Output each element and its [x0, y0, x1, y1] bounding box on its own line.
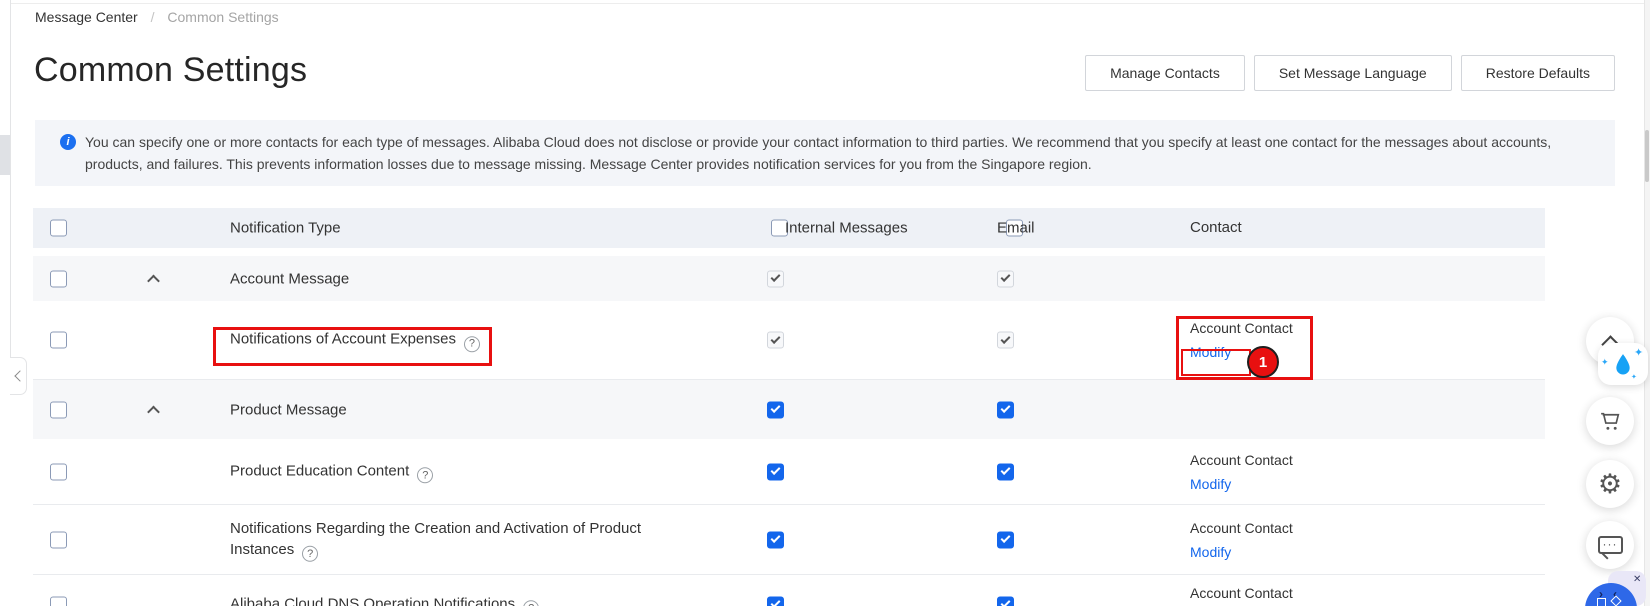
internal-messages-checkbox[interactable]: [767, 531, 784, 548]
row-select-checkbox[interactable]: [50, 596, 67, 606]
breadcrumb: Message Center / Common Settings: [35, 9, 279, 25]
page-title: Common Settings: [34, 51, 307, 90]
info-banner: i You can specify one or more contacts f…: [35, 120, 1615, 186]
internal-messages-checkbox[interactable]: [767, 332, 784, 349]
column-internal-messages: Internal Messages: [785, 220, 908, 237]
notification-type-label: Account Message: [230, 268, 349, 289]
contact-name: Account Contact: [1190, 316, 1293, 340]
help-icon[interactable]: ?: [302, 546, 318, 562]
modify-link[interactable]: Modify: [1190, 540, 1293, 564]
notification-type-label: Notifications of Account Expenses?: [230, 328, 480, 352]
collapse-caret-icon[interactable]: [142, 403, 164, 416]
modify-link[interactable]: Modify: [1190, 472, 1293, 496]
info-banner-text: You can specify one or more contacts for…: [85, 131, 1585, 175]
notification-type-label: Notifications Regarding the Creation and…: [230, 517, 675, 562]
top-divider: [10, 3, 1650, 4]
email-checkbox[interactable]: [997, 531, 1014, 548]
chevron-left-icon: [14, 370, 25, 381]
row-select-checkbox[interactable]: [50, 401, 67, 418]
row-select-checkbox[interactable]: [50, 332, 67, 349]
robot-body-square: [1597, 598, 1606, 606]
sidebar-collapsed-strip: [0, 135, 10, 175]
column-notification-type: Notification Type: [230, 218, 341, 239]
settings-button[interactable]: ⚙: [1586, 460, 1634, 508]
sidebar-collapse-handle[interactable]: [10, 357, 27, 395]
notification-type-label: Alibaba Cloud DNS Operation Notification…: [230, 593, 539, 606]
contact-name: Account Contact: [1190, 581, 1293, 605]
collapse-caret-icon[interactable]: [142, 272, 164, 285]
email-checkbox[interactable]: [997, 463, 1014, 480]
email-checkbox[interactable]: [997, 596, 1014, 606]
contact-cell: Account ContactModify: [1190, 516, 1293, 564]
contact-name: Account Contact: [1190, 516, 1293, 540]
row-select-checkbox[interactable]: [50, 463, 67, 480]
set-message-language-button[interactable]: Set Message Language: [1254, 55, 1452, 91]
cart-button[interactable]: [1586, 397, 1634, 445]
email-checkbox[interactable]: [997, 401, 1014, 418]
feedback-chat-icon: ···: [1598, 536, 1623, 554]
table-header-row: Notification Type Internal Messages Emai…: [33, 208, 1545, 248]
breadcrumb-common-settings: Common Settings: [167, 9, 278, 25]
restore-defaults-button[interactable]: Restore Defaults: [1461, 55, 1615, 91]
internal-messages-checkbox[interactable]: [767, 463, 784, 480]
table-row: Notifications Regarding the Creation and…: [33, 505, 1545, 575]
table-row: Product Education Content? Account Contac…: [33, 439, 1545, 505]
sidebar-edge: [10, 0, 11, 357]
info-icon: i: [60, 134, 76, 150]
breadcrumb-separator: /: [151, 9, 155, 25]
row-select-checkbox[interactable]: [50, 270, 67, 287]
email-checkbox[interactable]: [997, 332, 1014, 349]
scrollbar-thumb[interactable]: [1645, 130, 1649, 182]
notification-type-label: Product Education Content?: [230, 460, 433, 484]
internal-messages-checkbox[interactable]: [767, 270, 784, 287]
internal-messages-checkbox[interactable]: [767, 596, 784, 606]
manage-contacts-button[interactable]: Manage Contacts: [1085, 55, 1245, 91]
help-icon[interactable]: ?: [523, 600, 539, 606]
notification-settings-table: Notification Type Internal Messages Emai…: [33, 208, 1545, 606]
annotation-step-badge: 1: [1247, 346, 1279, 378]
feedback-button[interactable]: ···: [1586, 521, 1634, 569]
header-actions: Manage Contacts Set Message Language Res…: [1085, 55, 1615, 91]
contact-cell: Account ContactModify: [1190, 448, 1293, 496]
common-settings-page: Message Center / Common Settings Common …: [0, 0, 1650, 606]
scrollbar[interactable]: [1644, 0, 1650, 606]
sparkle-icon: ✦: [1601, 359, 1609, 368]
gear-icon: ⚙: [1598, 471, 1622, 498]
notification-type-label: Product Message: [230, 399, 347, 420]
table-row: Notifications of Account Expenses? Accoun…: [33, 301, 1545, 380]
email-checkbox[interactable]: [997, 270, 1014, 287]
sparkle-icon: ✦: [1631, 374, 1637, 381]
contact-name: Account Contact: [1190, 448, 1293, 472]
chatbot-close-icon[interactable]: ✕: [1633, 574, 1641, 585]
row-select-checkbox[interactable]: [50, 531, 67, 548]
table-row: Product Message: [33, 380, 1545, 439]
column-email: Email: [997, 220, 1035, 237]
cart-icon: [1598, 409, 1623, 434]
column-contact: Contact: [1190, 216, 1242, 240]
help-icon[interactable]: ?: [417, 467, 433, 483]
assistant-droplet-icon: [1613, 353, 1633, 376]
assistant-droplet-button[interactable]: ✦ ✦ ✦: [1598, 343, 1648, 385]
contact-cell: Account ContactModify: [1190, 581, 1293, 606]
table-row: Account Message: [33, 256, 1545, 301]
help-icon[interactable]: ?: [464, 336, 480, 352]
sparkle-icon: ✦: [1634, 347, 1643, 358]
table-rows: Account Message Notifications of Account …: [33, 256, 1545, 606]
breadcrumb-message-center[interactable]: Message Center: [35, 9, 138, 25]
table-row: Alibaba Cloud DNS Operation Notification…: [33, 575, 1545, 606]
internal-messages-checkbox[interactable]: [767, 401, 784, 418]
select-all-checkbox[interactable]: [50, 220, 67, 237]
